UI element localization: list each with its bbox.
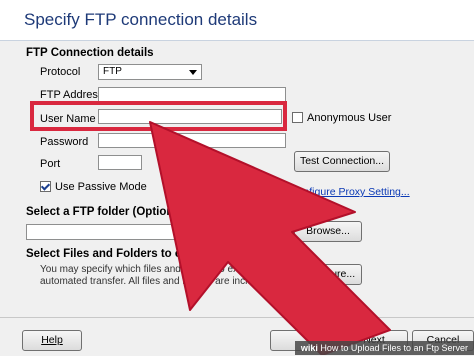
watermark-site: wiki — [300, 343, 318, 353]
annotation-arrow-icon — [149, 121, 391, 355]
watermark-text: How to Upload Files to an Ftp Server — [320, 343, 468, 353]
watermark: wiki How to Upload Files to an Ftp Serve… — [294, 341, 474, 355]
